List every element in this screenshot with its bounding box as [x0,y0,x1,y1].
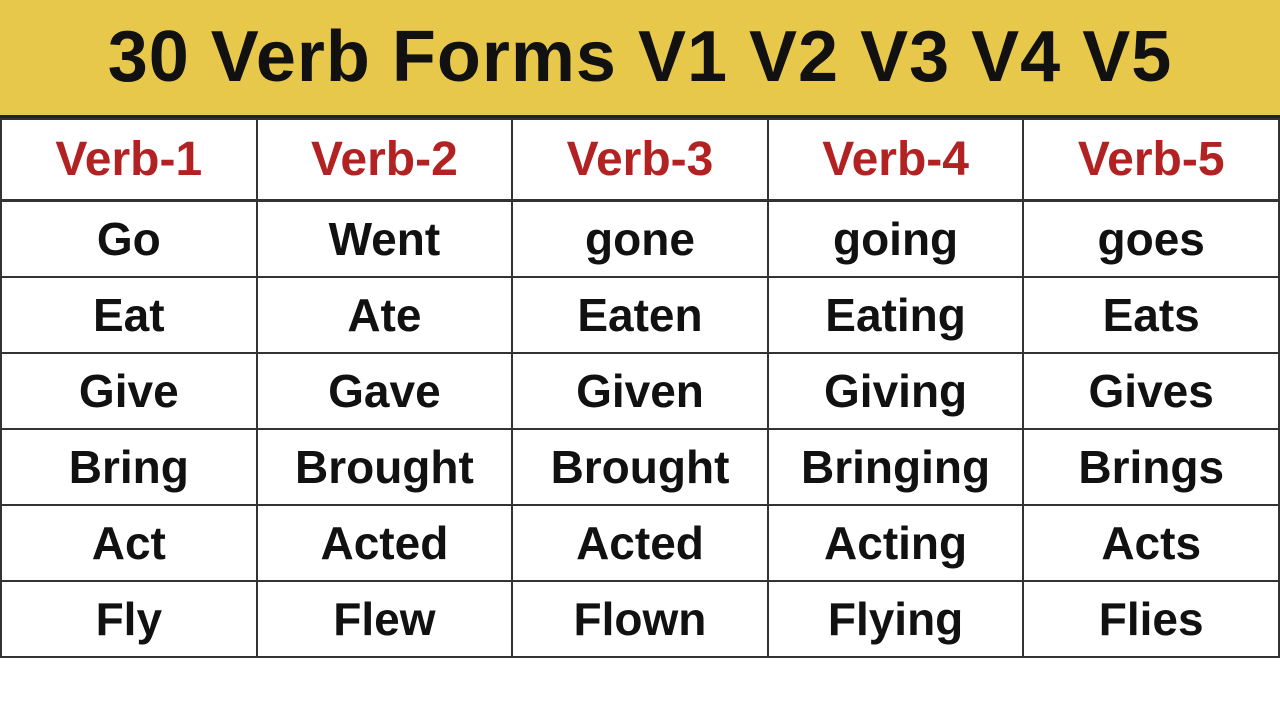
table-body: GoWentgonegoinggoesEatAteEatenEatingEats… [1,201,1279,658]
cell-r0-c3: going [768,201,1024,278]
cell-r5-c0: Fly [1,581,257,657]
cell-r4-c0: Act [1,505,257,581]
cell-r3-c3: Bringing [768,429,1024,505]
cell-r1-c4: Eats [1023,277,1279,353]
cell-r3-c0: Bring [1,429,257,505]
verb-table-container: Verb-1 Verb-2 Verb-3 Verb-4 Verb-5 GoWen… [0,118,1280,658]
cell-r1-c3: Eating [768,277,1024,353]
verb-table: Verb-1 Verb-2 Verb-3 Verb-4 Verb-5 GoWen… [0,118,1280,658]
cell-r1-c2: Eaten [512,277,768,353]
cell-r2-c0: Give [1,353,257,429]
cell-r0-c1: Went [257,201,513,278]
cell-r0-c0: Go [1,201,257,278]
cell-r3-c1: Brought [257,429,513,505]
cell-r4-c2: Acted [512,505,768,581]
col-header-v5: Verb-5 [1023,119,1279,201]
table-row: GiveGaveGivenGivingGives [1,353,1279,429]
cell-r3-c4: Brings [1023,429,1279,505]
table-row: BringBroughtBroughtBringingBrings [1,429,1279,505]
cell-r5-c2: Flown [512,581,768,657]
col-header-v2: Verb-2 [257,119,513,201]
cell-r1-c0: Eat [1,277,257,353]
cell-r5-c3: Flying [768,581,1024,657]
cell-r2-c1: Gave [257,353,513,429]
col-header-v1: Verb-1 [1,119,257,201]
cell-r2-c3: Giving [768,353,1024,429]
table-row: FlyFlewFlownFlyingFlies [1,581,1279,657]
cell-r1-c1: Ate [257,277,513,353]
page-header: 30 Verb Forms V1 V2 V3 V4 V5 [0,0,1280,118]
table-row: ActActedActedActingActs [1,505,1279,581]
page-title: 30 Verb Forms V1 V2 V3 V4 V5 [108,17,1173,97]
col-header-v4: Verb-4 [768,119,1024,201]
cell-r5-c4: Flies [1023,581,1279,657]
cell-r2-c2: Given [512,353,768,429]
cell-r0-c4: goes [1023,201,1279,278]
cell-r4-c3: Acting [768,505,1024,581]
table-row: EatAteEatenEatingEats [1,277,1279,353]
cell-r5-c1: Flew [257,581,513,657]
cell-r2-c4: Gives [1023,353,1279,429]
cell-r3-c2: Brought [512,429,768,505]
col-header-v3: Verb-3 [512,119,768,201]
cell-r4-c1: Acted [257,505,513,581]
table-header: Verb-1 Verb-2 Verb-3 Verb-4 Verb-5 [1,119,1279,201]
cell-r0-c2: gone [512,201,768,278]
cell-r4-c4: Acts [1023,505,1279,581]
table-row: GoWentgonegoinggoes [1,201,1279,278]
